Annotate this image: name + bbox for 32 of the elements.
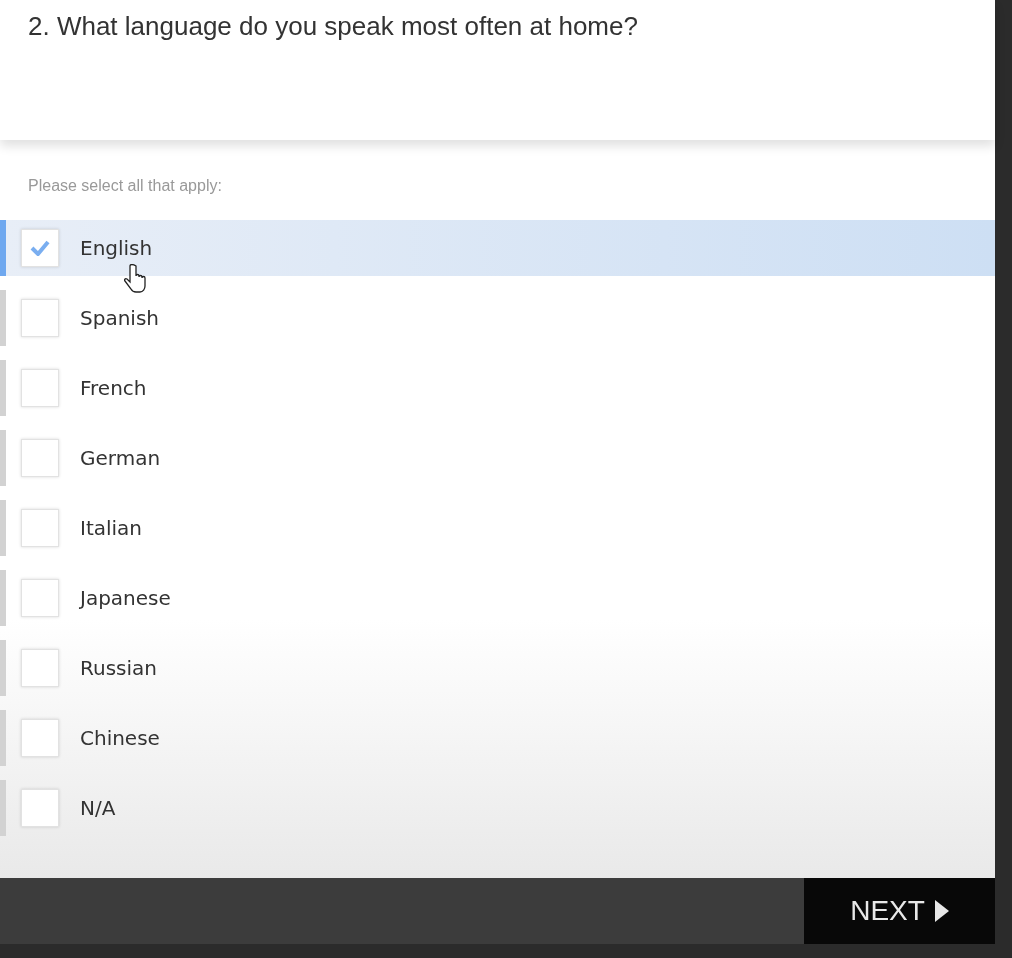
option-row[interactable]: N/A bbox=[0, 780, 995, 836]
option-label: German bbox=[80, 445, 161, 472]
option-row[interactable]: Russian bbox=[0, 640, 995, 696]
instruction-text: Please select all that apply: bbox=[27, 176, 223, 196]
option-label: French bbox=[80, 375, 147, 402]
checkmark-icon bbox=[30, 240, 50, 256]
checkbox[interactable] bbox=[21, 719, 59, 757]
option-label: Japanese bbox=[80, 585, 171, 612]
checkbox[interactable] bbox=[21, 229, 59, 267]
checkbox[interactable] bbox=[21, 299, 59, 337]
option-row[interactable]: Italian bbox=[0, 500, 995, 556]
checkbox[interactable] bbox=[21, 439, 59, 477]
next-button[interactable]: NEXT bbox=[804, 878, 995, 944]
option-label: Spanish bbox=[80, 305, 159, 332]
checkbox[interactable] bbox=[21, 579, 59, 617]
hand-cursor-icon bbox=[124, 264, 146, 296]
option-label: Russian bbox=[80, 655, 157, 682]
checkbox[interactable] bbox=[21, 789, 59, 827]
option-label: Chinese bbox=[80, 725, 160, 752]
option-row[interactable]: German bbox=[0, 430, 995, 486]
checkbox[interactable] bbox=[21, 649, 59, 687]
question-title: 2. What language do you speak most often at home? bbox=[28, 10, 639, 43]
option-row[interactable]: Chinese bbox=[0, 710, 995, 766]
checkbox[interactable] bbox=[21, 509, 59, 547]
option-label: N/A bbox=[80, 795, 116, 822]
option-row[interactable]: Japanese bbox=[0, 570, 995, 626]
option-row[interactable]: Spanish bbox=[0, 290, 995, 346]
option-row[interactable]: French bbox=[0, 360, 995, 416]
option-label: English bbox=[80, 235, 153, 262]
checkbox[interactable] bbox=[21, 369, 59, 407]
option-label: Italian bbox=[80, 515, 143, 542]
play-icon bbox=[934, 900, 949, 922]
